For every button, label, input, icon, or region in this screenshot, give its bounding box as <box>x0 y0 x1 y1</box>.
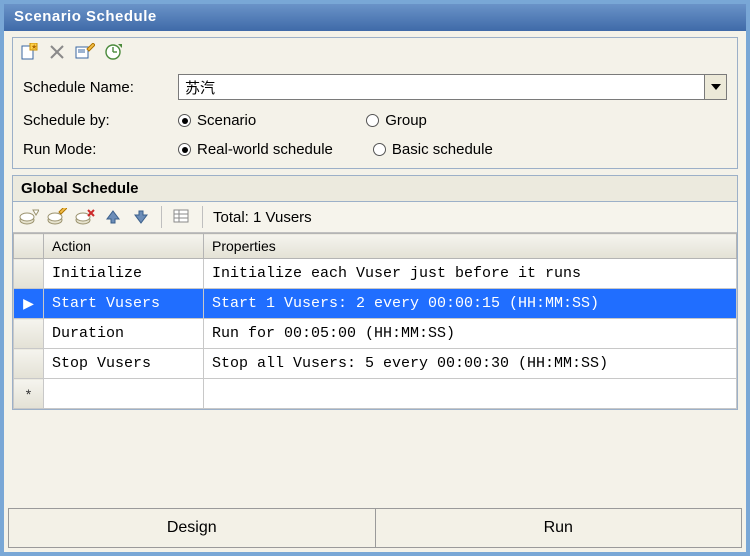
col-action[interactable]: Action <box>44 234 204 259</box>
schedule-by-scenario-radio[interactable]: Scenario <box>178 112 256 129</box>
cell-action[interactable]: Start Vusers <box>44 289 204 319</box>
svg-text:★: ★ <box>31 43 37 51</box>
radio-icon <box>178 114 191 127</box>
move-down-icon[interactable] <box>131 207 151 227</box>
cell-action[interactable]: Stop Vusers <box>44 349 204 379</box>
add-row-marker: * <box>14 379 44 409</box>
delete-schedule-icon[interactable] <box>47 42 67 62</box>
actions-table: Action Properties InitializeInitialize e… <box>13 233 737 409</box>
add-action-icon[interactable] <box>19 207 39 227</box>
col-properties[interactable]: Properties <box>204 234 737 259</box>
cell-properties[interactable] <box>204 379 737 409</box>
row-indicator <box>14 349 44 379</box>
window-title: Scenario Schedule <box>4 4 746 31</box>
radio-label: Basic schedule <box>392 141 493 158</box>
rowheader-corner <box>14 234 44 259</box>
rename-schedule-icon[interactable] <box>75 42 95 62</box>
global-schedule-panel: Global Schedule Total: 1 Vusers <box>12 175 738 410</box>
schedule-by-group-radio[interactable]: Group <box>366 112 427 129</box>
schedule-name-combo[interactable] <box>178 74 727 100</box>
delete-action-icon[interactable] <box>75 207 95 227</box>
radio-icon <box>373 143 386 156</box>
row-indicator <box>14 319 44 349</box>
move-up-icon[interactable] <box>103 207 123 227</box>
cell-properties[interactable]: Start 1 Vusers: 2 every 00:00:15 (HH:MM:… <box>204 289 737 319</box>
cell-properties[interactable]: Run for 00:05:00 (HH:MM:SS) <box>204 319 737 349</box>
edit-action-icon[interactable] <box>47 207 67 227</box>
radio-icon <box>366 114 379 127</box>
separator <box>202 206 203 228</box>
table-row[interactable]: DurationRun for 00:05:00 (HH:MM:SS) <box>14 319 737 349</box>
table-row[interactable]: ▶Start VusersStart 1 Vusers: 2 every 00:… <box>14 289 737 319</box>
run-mode-label: Run Mode: <box>23 141 178 158</box>
schedule-settings-panel: ★ Schedule Name: Schedule by: <box>12 37 738 169</box>
chevron-down-icon <box>711 84 721 90</box>
run-mode-real-radio[interactable]: Real-world schedule <box>178 141 333 158</box>
cell-action[interactable]: Duration <box>44 319 204 349</box>
grid-options-icon[interactable] <box>172 207 192 227</box>
global-schedule-title: Global Schedule <box>13 176 737 202</box>
schedule-name-label: Schedule Name: <box>23 79 178 96</box>
radio-label: Group <box>385 112 427 129</box>
schedule-by-label: Schedule by: <box>23 112 178 129</box>
cell-properties[interactable]: Initialize each Vuser just before it run… <box>204 259 737 289</box>
row-indicator <box>14 259 44 289</box>
tab-run[interactable]: Run <box>376 508 743 548</box>
table-row[interactable]: Stop VusersStop all Vusers: 5 every 00:0… <box>14 349 737 379</box>
radio-icon <box>178 143 191 156</box>
row-indicator: ▶ <box>14 289 44 319</box>
radio-label: Real-world schedule <box>197 141 333 158</box>
tab-design[interactable]: Design <box>8 508 376 548</box>
cell-action[interactable] <box>44 379 204 409</box>
global-schedule-toolbar: Total: 1 Vusers <box>13 202 737 233</box>
table-row[interactable]: InitializeInitialize each Vuser just bef… <box>14 259 737 289</box>
schedule-name-dropdown-button[interactable] <box>704 75 726 99</box>
totals-label: Total: 1 Vusers <box>213 209 312 226</box>
new-schedule-icon[interactable]: ★ <box>19 42 39 62</box>
run-mode-basic-radio[interactable]: Basic schedule <box>373 141 493 158</box>
separator <box>161 206 162 228</box>
schedule-name-input[interactable] <box>179 75 704 99</box>
clock-schedule-icon[interactable] <box>103 42 123 62</box>
cell-action[interactable]: Initialize <box>44 259 204 289</box>
cell-properties[interactable]: Stop all Vusers: 5 every 00:00:30 (HH:MM… <box>204 349 737 379</box>
schedule-toolbar: ★ <box>13 38 737 68</box>
radio-label: Scenario <box>197 112 256 129</box>
table-row-new[interactable]: * <box>14 379 737 409</box>
